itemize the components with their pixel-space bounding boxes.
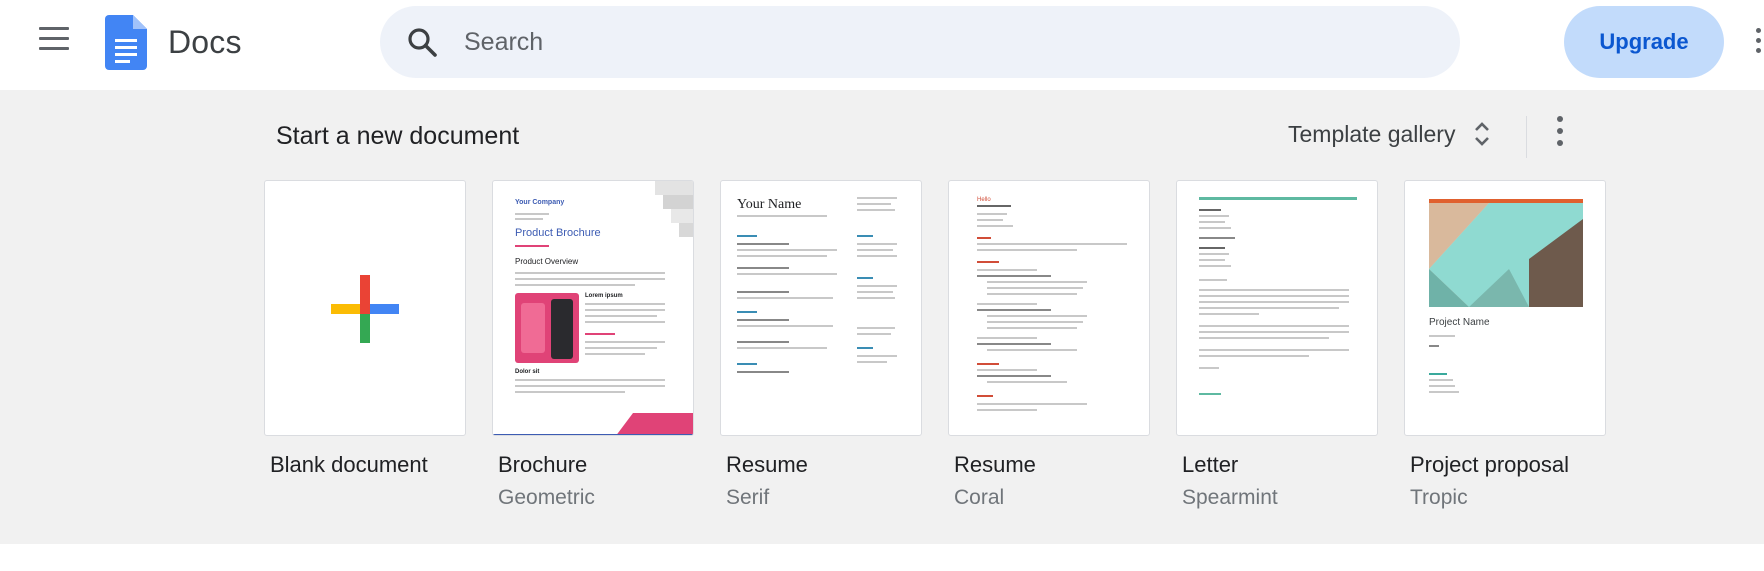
menu-icon[interactable] — [36, 27, 72, 57]
recent-documents-area — [0, 544, 1764, 571]
section-title: Start a new document — [276, 122, 520, 150]
brochure-footer — [493, 413, 693, 435]
template-subtitle: Serif — [726, 486, 770, 509]
template-thumbnail[interactable]: Hello — [948, 180, 1150, 436]
template-title: Letter — [1182, 452, 1239, 477]
more-vert-icon[interactable] — [1548, 116, 1572, 152]
toolbar-divider — [1526, 116, 1527, 158]
top-app-bar: Docs Upgrade — [0, 0, 1764, 90]
preview-company: Your Company — [515, 199, 565, 206]
template-thumbnail[interactable] — [264, 180, 466, 436]
more-vert-icon[interactable] — [1756, 28, 1764, 58]
template-subtitle: Spearmint — [1182, 486, 1278, 509]
preview-heading: Project Name — [1429, 317, 1490, 328]
search-icon[interactable] — [406, 26, 438, 58]
template-gallery-button[interactable]: Template gallery — [1280, 110, 1499, 158]
template-thumbnail[interactable]: Project Name — [1404, 180, 1606, 436]
template-gallery-label: Template gallery — [1288, 120, 1456, 147]
preview-heading: Product Brochure — [515, 227, 601, 239]
unfold-icon — [1475, 122, 1490, 146]
template-thumbnail[interactable]: Your Name — [720, 180, 922, 436]
template-card-project-proposal[interactable]: Project Name Project proposal Tropic — [1404, 180, 1606, 510]
search-input[interactable] — [464, 26, 1364, 58]
template-card-blank[interactable]: Blank document — [264, 180, 466, 478]
template-card-resume-serif[interactable]: Your Name Resume Serif — [720, 180, 922, 510]
preview-sub2: Dolor sit — [515, 369, 540, 375]
preview-section: Product Overview — [515, 257, 579, 266]
docs-logo-icon[interactable] — [105, 15, 147, 70]
preview-name: Your Name — [737, 197, 802, 212]
template-title: Blank document — [270, 452, 428, 477]
upgrade-button[interactable]: Upgrade — [1564, 6, 1724, 78]
search-bar[interactable] — [380, 6, 1460, 78]
template-title: Resume — [726, 452, 808, 477]
template-subtitle: Tropic — [1410, 486, 1468, 509]
template-card-brochure[interactable]: Your Company Product Brochure Product Ov… — [492, 180, 694, 510]
template-subtitle: Geometric — [498, 486, 595, 509]
preview-name: Hello — [977, 197, 991, 203]
geometric-pattern — [655, 181, 693, 237]
template-card-resume-coral[interactable]: Hello Resume Coral — [948, 180, 1150, 510]
template-subtitle: Coral — [954, 486, 1005, 509]
template-card-letter[interactable]: Letter Spearmint — [1176, 180, 1378, 510]
template-title: Resume — [954, 452, 1036, 477]
app-title[interactable]: Docs — [168, 24, 242, 61]
plus-icon — [331, 275, 399, 343]
template-thumbnail[interactable] — [1176, 180, 1378, 436]
template-title: Brochure — [498, 452, 588, 477]
template-thumbnail[interactable]: Your Company Product Brochure Product Ov… — [492, 180, 694, 436]
template-section: Start a new document Template gallery Bl… — [0, 90, 1764, 544]
preview-sub1: Lorem ipsum — [585, 293, 623, 299]
template-title: Project proposal — [1410, 452, 1569, 477]
tropic-cover-image — [1429, 199, 1583, 307]
phone-image — [515, 293, 579, 363]
